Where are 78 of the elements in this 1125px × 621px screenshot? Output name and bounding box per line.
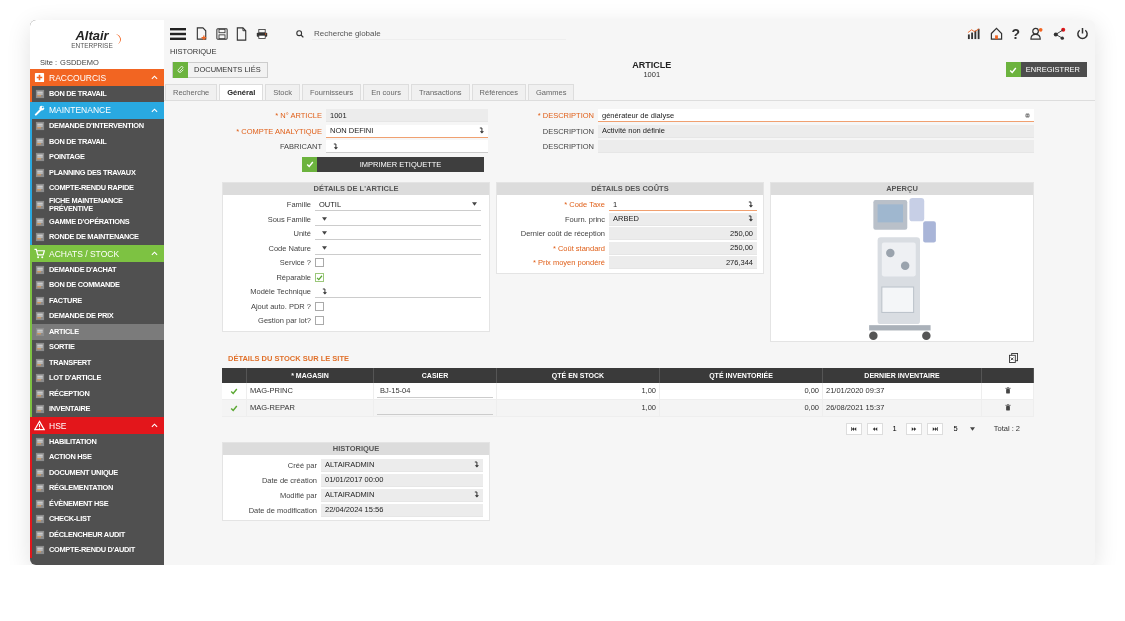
- lookup-arrow-icon: [474, 461, 479, 468]
- caret-icon: [969, 426, 975, 431]
- page-title: ARTICLE: [631, 60, 673, 70]
- menu-icon[interactable]: [170, 27, 186, 40]
- document-icon: [35, 216, 45, 227]
- caret-icon: [322, 216, 327, 221]
- globe-icon: [1025, 111, 1030, 119]
- document-icon: [35, 498, 45, 509]
- caret-icon: [322, 231, 327, 236]
- power-icon[interactable]: [1076, 27, 1089, 40]
- document-icon: [35, 357, 45, 368]
- share-icon[interactable]: [1053, 27, 1066, 40]
- last-page-button[interactable]: [926, 422, 943, 435]
- document-icon: [35, 436, 45, 447]
- document-icon: [35, 388, 45, 399]
- export-icon[interactable]: [1009, 353, 1018, 363]
- document-icon: [35, 121, 45, 132]
- previous-page-button[interactable]: [867, 422, 884, 435]
- document-icon: [35, 280, 45, 291]
- check-icon: [305, 160, 314, 168]
- document-icon: [35, 311, 45, 322]
- document-icon: [35, 152, 45, 163]
- warning-icon: [34, 420, 45, 431]
- search-icon: [296, 29, 304, 38]
- help-button[interactable]: ?: [1011, 26, 1020, 41]
- lookup-arrow-icon: [479, 127, 484, 135]
- next-page-icon: [910, 426, 917, 431]
- document-icon: [35, 264, 45, 275]
- document-icon: [35, 326, 45, 337]
- save-icon[interactable]: [216, 26, 228, 41]
- lookup-arrow-icon: [322, 287, 327, 295]
- paperclip-icon: [176, 65, 185, 74]
- previous-page-icon: [872, 426, 879, 431]
- next-page-button[interactable]: [905, 422, 922, 435]
- printer-icon[interactable]: [256, 26, 268, 41]
- document-icon: [35, 545, 45, 556]
- document-icon: [35, 295, 45, 306]
- document-icon: [35, 88, 45, 99]
- document-icon[interactable]: [236, 26, 248, 41]
- document-icon: [35, 483, 45, 494]
- logo-text: Altair: [75, 29, 109, 42]
- wrench-icon: [34, 104, 45, 116]
- checkbox[interactable]: [315, 258, 324, 268]
- section-header[interactable]: HSE: [30, 417, 164, 434]
- document-icon: [35, 452, 45, 463]
- cart-icon: [34, 248, 45, 259]
- document-icon: [35, 232, 45, 243]
- chart-icon[interactable]: [967, 27, 981, 40]
- home-icon[interactable]: [990, 27, 1004, 40]
- trash-icon[interactable]: [1004, 404, 1011, 411]
- document-icon: [35, 136, 45, 147]
- lookup-arrow-icon: [333, 142, 338, 150]
- document-icon: [35, 183, 45, 194]
- last-page-icon: [931, 426, 938, 431]
- check-icon: [316, 273, 323, 281]
- checkbox[interactable]: [315, 316, 324, 326]
- document-icon: [35, 373, 45, 384]
- first-page-icon: [851, 426, 858, 431]
- document-icon: [35, 167, 45, 178]
- lookup-arrow-icon: [474, 491, 479, 498]
- caret-icon: [472, 202, 477, 207]
- document-icon: [35, 404, 45, 415]
- first-page-button[interactable]: [846, 422, 863, 435]
- document-icon: [35, 200, 45, 210]
- document-icon: [35, 342, 45, 353]
- caret-icon: [322, 245, 327, 250]
- plus-icon: [34, 72, 45, 83]
- search-field[interactable]: Recherche globale: [312, 27, 566, 40]
- document-icon: [35, 467, 45, 478]
- document-icon: [35, 514, 45, 525]
- user-icon[interactable]: [1030, 27, 1043, 40]
- checkbox[interactable]: [315, 301, 324, 311]
- trash-icon[interactable]: [1004, 387, 1011, 394]
- document-icon: [35, 529, 45, 540]
- new-document-icon[interactable]: [196, 26, 208, 41]
- checkbox[interactable]: [315, 272, 324, 282]
- input-field[interactable]: [326, 140, 488, 154]
- check-icon: [1009, 65, 1018, 74]
